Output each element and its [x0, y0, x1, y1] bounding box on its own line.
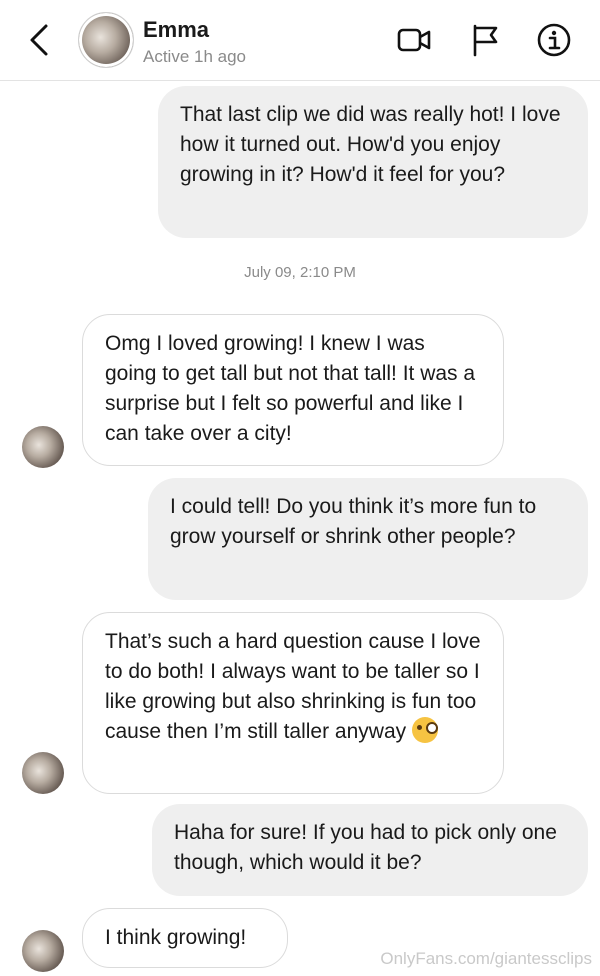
message-text: Omg I loved growing! I knew I was going …	[105, 332, 476, 445]
info-icon[interactable]	[536, 22, 572, 58]
message-received[interactable]: Omg I loved growing! I knew I was going …	[82, 314, 504, 466]
video-call-icon[interactable]	[396, 22, 432, 58]
contact-avatar[interactable]	[78, 12, 134, 68]
winking-face-with-tongue-icon	[412, 717, 439, 743]
message-received[interactable]: That’s such a hard question cause I love…	[82, 612, 504, 794]
message-text: I could tell! Do you think it’s more fun…	[170, 495, 537, 548]
contact-avatar-small[interactable]	[22, 426, 64, 468]
back-icon[interactable]	[26, 22, 54, 58]
watermark: OnlyFans.com/giantessclips	[380, 949, 592, 968]
contact-status: Active 1h ago	[143, 47, 247, 66]
message-sent[interactable]: That last clip we did was really hot! I …	[158, 86, 588, 238]
flag-icon[interactable]	[468, 22, 504, 58]
message-timestamp: July 09, 2:10 PM	[244, 264, 356, 281]
chat-header: Emma Active 1h ago	[0, 0, 600, 81]
message-text: Haha for sure! If you had to pick only o…	[174, 821, 557, 874]
message-text: I think growing!	[105, 926, 247, 949]
contact-avatar-small[interactable]	[22, 930, 64, 972]
message-sent[interactable]: I could tell! Do you think it’s more fun…	[148, 478, 588, 600]
contact-name[interactable]: Emma	[143, 17, 209, 43]
contact-avatar-small[interactable]	[22, 752, 64, 794]
message-text: That last clip we did was really hot! I …	[180, 103, 561, 186]
message-sent[interactable]: Haha for sure! If you had to pick only o…	[152, 804, 588, 896]
message-received[interactable]: I think growing!	[82, 908, 288, 968]
